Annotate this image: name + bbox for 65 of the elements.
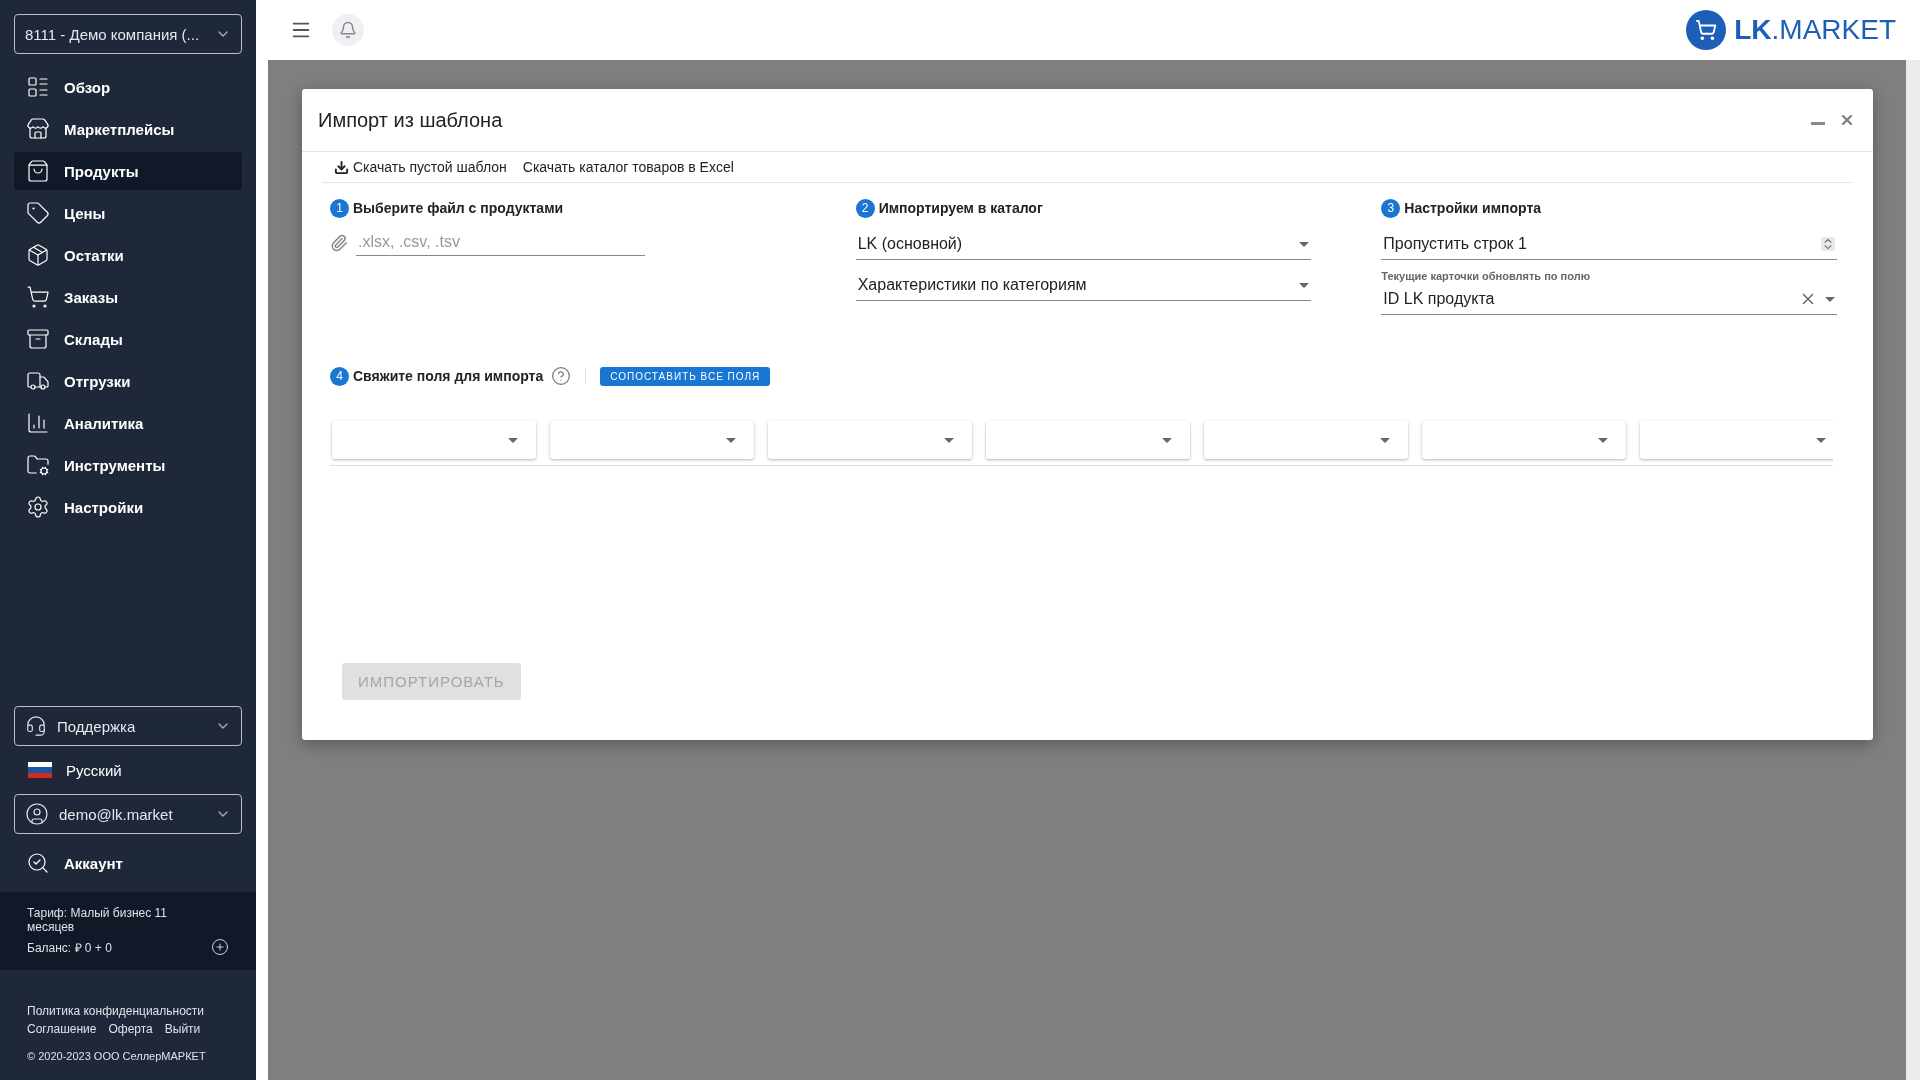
select-field[interactable]: ID LK продукта — [1381, 284, 1837, 315]
step-number: 2 — [855, 198, 875, 218]
balance-text: Баланс: ₽ 0 + 0 — [27, 939, 112, 956]
nav-icon — [26, 285, 50, 309]
nav-icon — [26, 159, 50, 183]
nav-icon — [26, 243, 50, 267]
match-all-button[interactable]: СОПОСТАВИТЬ ВСЕ ПОЛЯ — [600, 366, 771, 386]
headset-icon — [25, 715, 47, 737]
nav-icon — [26, 201, 50, 225]
nav-item[interactable]: Склады — [14, 320, 242, 358]
step-title: Настройки импорта — [1404, 200, 1542, 216]
footer-link[interactable]: Политика конфиденциальности — [27, 1004, 229, 1018]
footer-link[interactable]: Выйти — [164, 1022, 201, 1036]
step-title: Выберите файл с продуктами — [353, 200, 564, 216]
nav-item[interactable]: Инструменты — [14, 446, 242, 484]
bell-button[interactable] — [332, 14, 364, 46]
user-select[interactable]: demo@lk.market — [14, 794, 242, 834]
download-link[interactable]: Скачать каталог товаров в Excel — [522, 159, 734, 175]
nav-icon — [26, 495, 50, 519]
nav-item[interactable]: Продукты — [14, 152, 242, 190]
stepper-icon[interactable] — [1821, 237, 1835, 251]
select-field[interactable]: Характеристики по категориям — [855, 270, 1312, 301]
support-select[interactable]: Поддержка — [14, 706, 242, 746]
step-number: 1 — [330, 198, 349, 218]
step-number: 4 — [330, 366, 349, 386]
user-icon — [25, 802, 49, 826]
language-select[interactable]: Русский — [0, 746, 256, 794]
nav-item[interactable]: Настройки — [14, 488, 242, 526]
nav-item[interactable]: Цены — [14, 194, 242, 232]
download-icon — [334, 159, 349, 175]
nav-item[interactable]: Обзор — [14, 68, 242, 106]
help-icon[interactable] — [551, 366, 572, 386]
flag-icon — [28, 762, 52, 778]
dialog-title: Импорт из шаблона — [318, 108, 504, 132]
step-title: Свяжите поля для импорта — [353, 368, 544, 384]
tariff-text: Тариф: Малый бизнес 11 месяцев — [27, 906, 169, 934]
number-field[interactable]: Пропустить строк 1 — [1381, 229, 1837, 260]
nav-icon — [26, 453, 50, 477]
field-label: Текущие карточки обновлять по полю — [1381, 270, 1592, 282]
add-icon[interactable] — [211, 938, 229, 956]
cart-icon — [1686, 10, 1727, 50]
nav-icon — [26, 411, 50, 435]
company-select[interactable]: 8111 - Демо компания (... — [14, 14, 242, 54]
nav-item[interactable]: Аналитика — [14, 404, 242, 442]
step-number: 3 — [1381, 198, 1401, 218]
account-link[interactable]: Аккаунт — [0, 834, 256, 892]
bell-icon — [339, 21, 357, 39]
nav-icon — [26, 75, 50, 99]
step-title: Импортируем в каталог — [878, 200, 1043, 216]
footer-link[interactable]: Оферта — [108, 1022, 153, 1036]
account-icon — [26, 851, 50, 875]
nav-item[interactable]: Заказы — [14, 278, 242, 316]
nav-item[interactable]: Маркетплейсы — [14, 110, 242, 148]
nav-item[interactable]: Отгрузки — [14, 362, 242, 400]
footer-link[interactable]: Соглашение — [27, 1022, 97, 1036]
nav-icon — [26, 117, 50, 141]
copyright-text: © 2020-2023 ООО СеллерМАРКЕТ — [27, 1050, 207, 1062]
download-link[interactable]: Скачать пустой шаблон — [334, 159, 507, 175]
logo[interactable]: LK.MARKET — [1686, 10, 1896, 50]
select-field[interactable]: LK (основной) — [855, 229, 1312, 260]
nav-icon — [26, 327, 50, 351]
close-icon — [1839, 112, 1855, 128]
paperclip-icon — [330, 233, 348, 252]
nav-item[interactable]: Остатки — [14, 236, 242, 274]
nav-icon — [26, 369, 50, 393]
